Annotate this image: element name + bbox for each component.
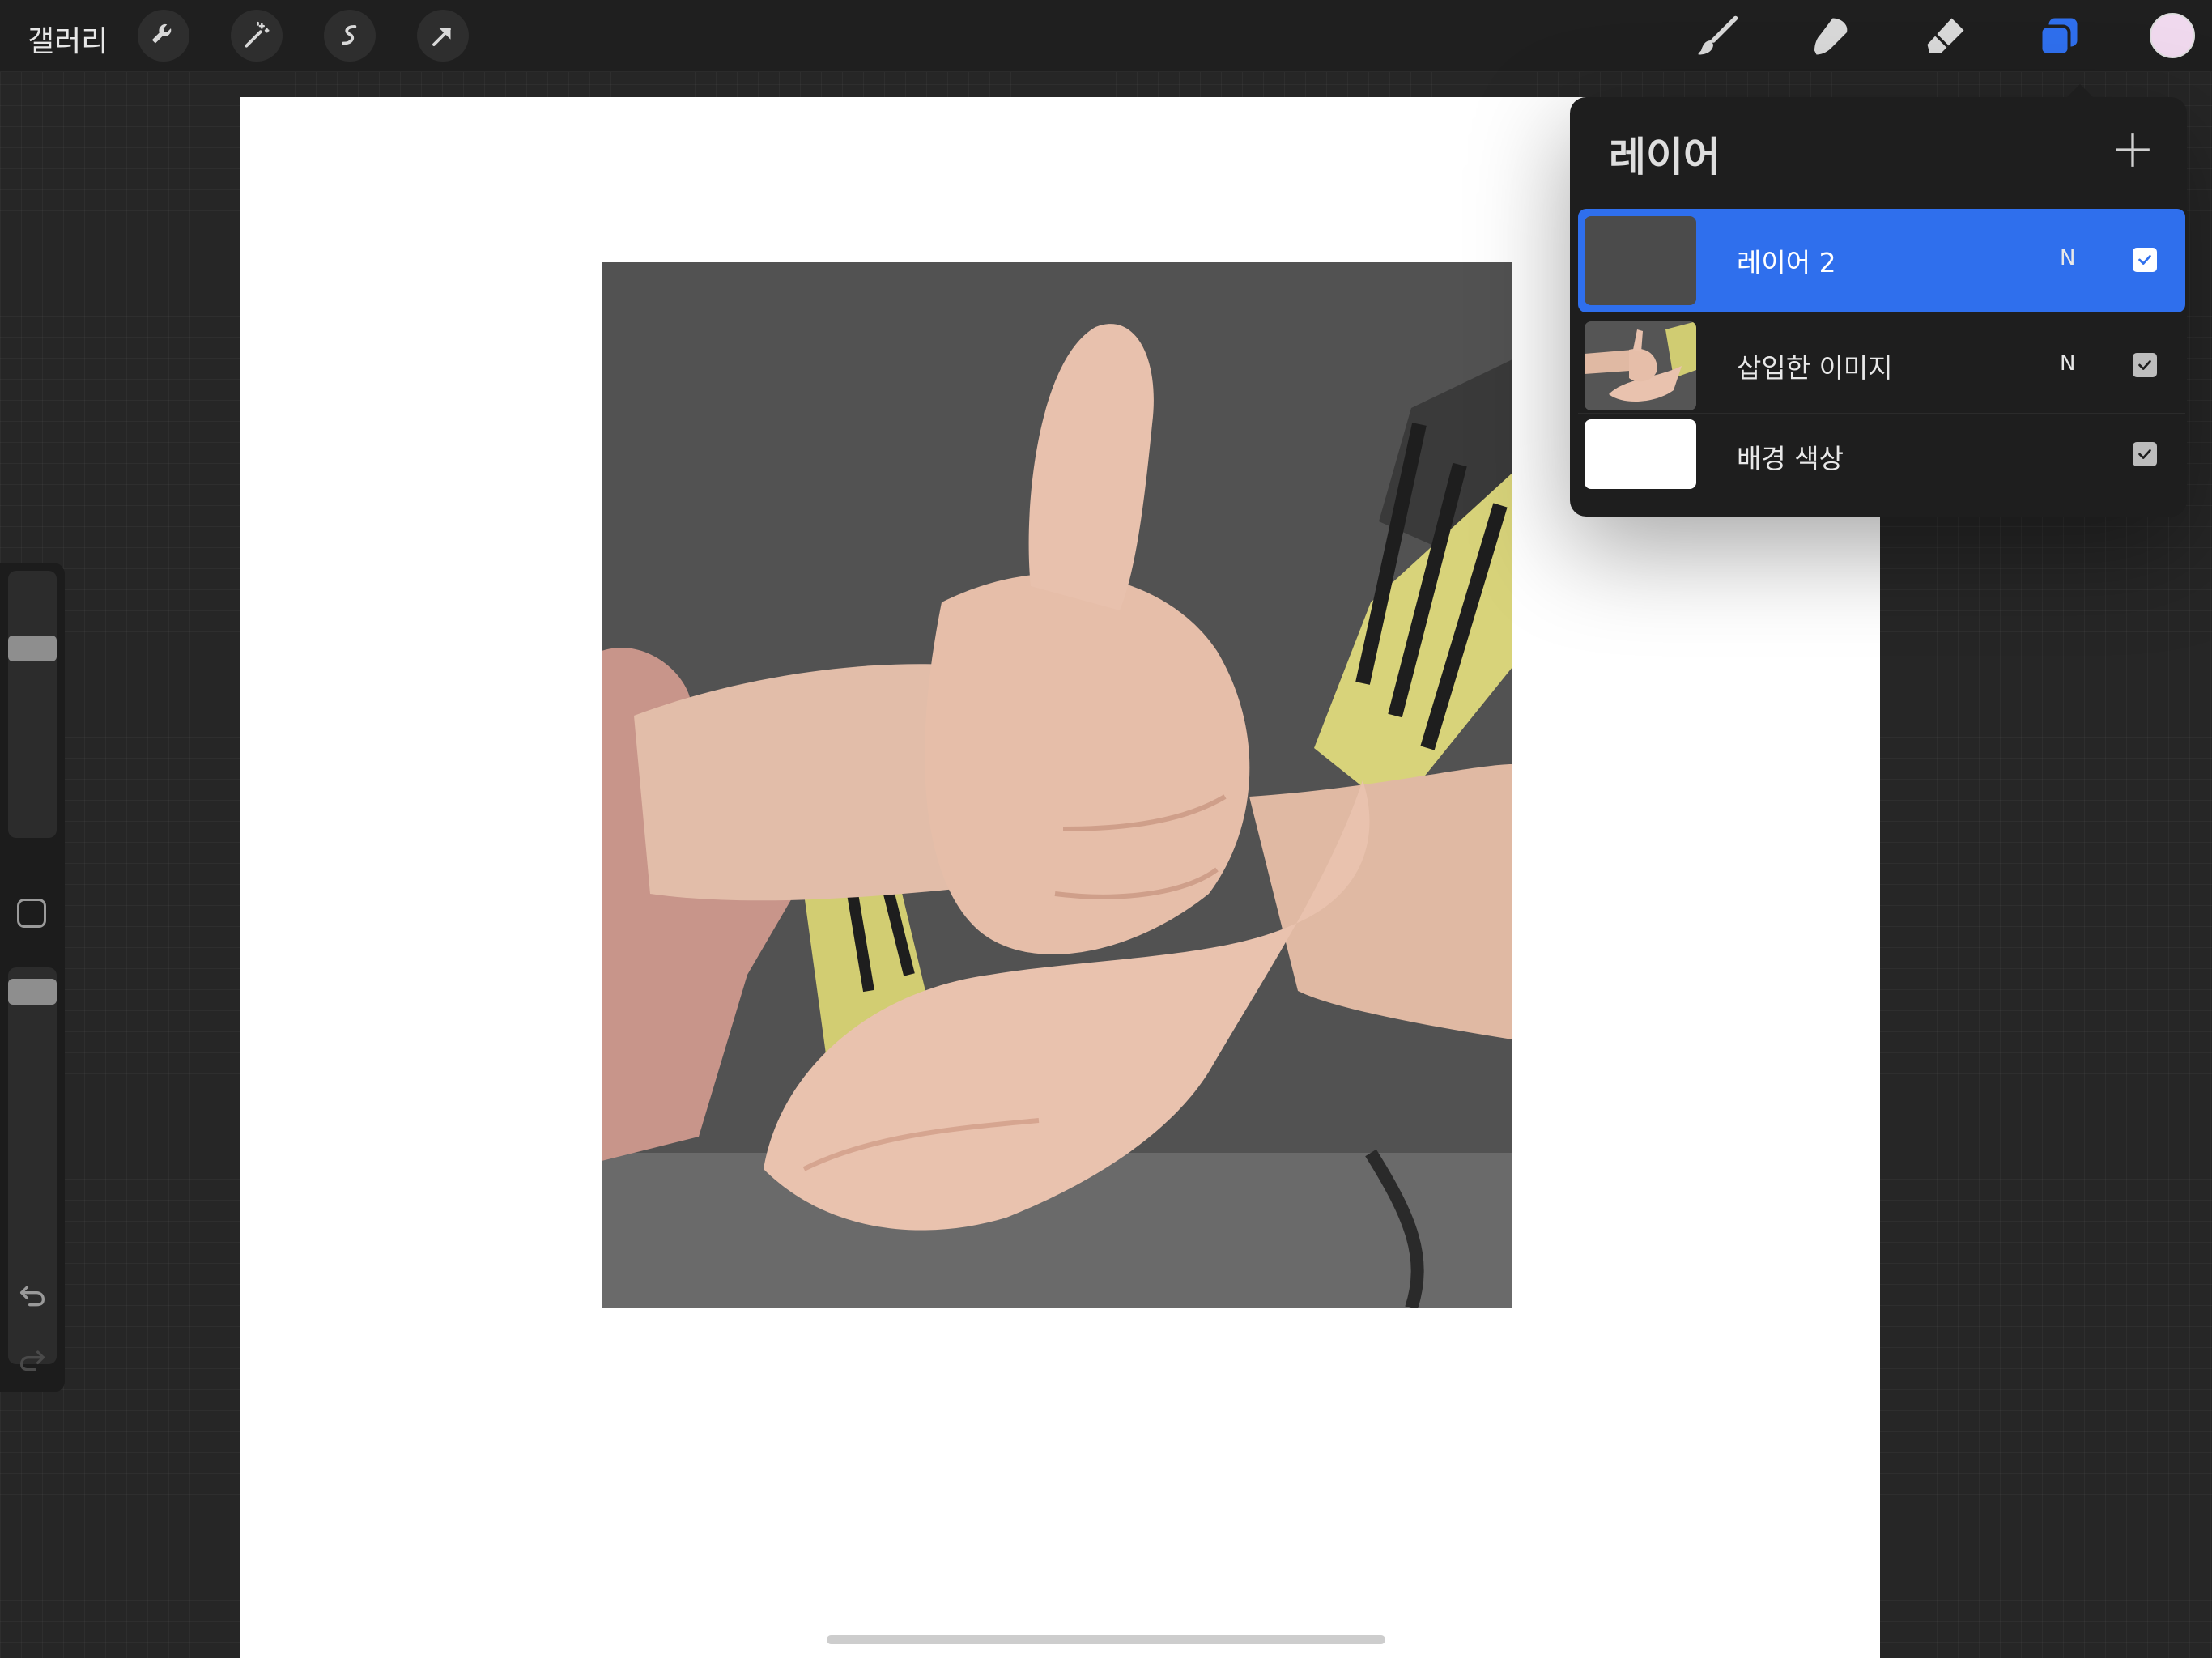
image-thumbnail <box>1585 321 1696 410</box>
left-sidebar <box>0 563 65 1392</box>
plus-icon[interactable] <box>2112 130 2153 170</box>
magic-wand-icon <box>245 21 270 48</box>
smudge-button[interactable] <box>1806 11 1856 62</box>
layers-panel: 레이어 레이어 2 N 삽입한 이미지 N 배경 색상 <box>1570 84 2187 517</box>
undo-icon[interactable] <box>15 1279 50 1312</box>
eraser-button[interactable] <box>1921 11 1971 62</box>
color-picker-button[interactable] <box>2150 13 2195 58</box>
layer-row[interactable]: 배경 색상 <box>1578 413 2185 517</box>
smudge-icon <box>1814 18 1848 55</box>
layer-row[interactable]: 레이어 2 N <box>1578 209 2185 312</box>
brush-size-thumb[interactable] <box>8 636 57 662</box>
brush-button[interactable] <box>1692 11 1742 62</box>
eraser-icon <box>1927 18 1964 53</box>
selection-icon <box>342 25 357 45</box>
layers-button[interactable] <box>2034 11 2084 62</box>
top-toolbar: 갤러리 <box>0 0 2212 72</box>
blend-mode-button[interactable]: N <box>2060 351 2075 376</box>
layers-panel-title: 레이어 <box>1609 134 1721 181</box>
checkmark-icon <box>2138 360 2151 370</box>
actions-button[interactable] <box>138 10 189 62</box>
layer-thumbnail <box>1585 419 1696 489</box>
visibility-checkbox[interactable] <box>2133 353 2157 377</box>
opacity-thumb[interactable] <box>8 978 57 1005</box>
visibility-checkbox[interactable] <box>2133 442 2157 466</box>
inserted-image[interactable] <box>602 262 1512 1308</box>
modify-square-icon[interactable] <box>17 899 46 928</box>
brush-icon <box>1698 15 1738 55</box>
selection-button[interactable] <box>324 10 376 62</box>
wrench-icon <box>151 23 172 44</box>
blend-mode-button[interactable]: N <box>2060 246 2075 270</box>
photo-illustration <box>602 262 1512 1308</box>
layer-name: 삽입한 이미지 <box>1737 352 1893 384</box>
layer-thumbnail <box>1585 321 1696 410</box>
transform-arrow-icon <box>432 28 451 46</box>
redo-icon[interactable] <box>15 1344 50 1376</box>
brush-size-slider[interactable] <box>8 571 57 838</box>
layer-name: 배경 색상 <box>1737 443 1844 474</box>
gallery-button[interactable]: 갤러리 <box>28 18 108 60</box>
checkmark-icon <box>2138 449 2151 459</box>
transform-button[interactable] <box>417 10 469 62</box>
home-indicator[interactable] <box>827 1635 1385 1644</box>
layer-name: 레이어 2 <box>1737 247 1836 278</box>
adjustments-button[interactable] <box>231 10 283 62</box>
layer-row[interactable]: 삽입한 이미지 N <box>1578 314 2185 418</box>
layer-thumbnail <box>1585 216 1696 305</box>
layers-icon <box>2039 18 2078 57</box>
checkmark-icon <box>2138 255 2151 265</box>
visibility-checkbox[interactable] <box>2133 248 2157 272</box>
